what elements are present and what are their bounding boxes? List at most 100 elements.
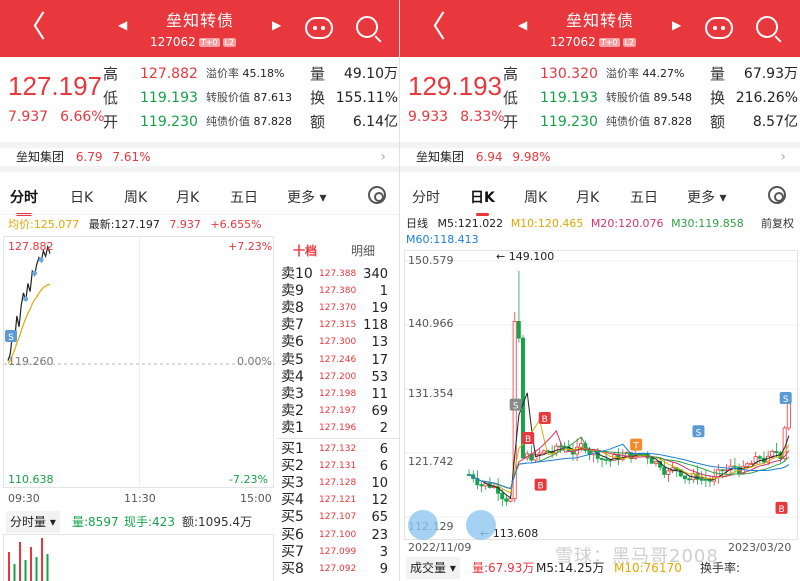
- intraday-panel: 〈 ◀ 垒知转债 127062 T+0 L2 ▶ 127.197 7.937 6.66…: [0, 0, 400, 581]
- price-change: 7.937 6.66%: [8, 109, 105, 125]
- intraday-volume-svg: [8, 538, 49, 581]
- level-price: 127.246: [319, 354, 357, 365]
- low-label: 低: [103, 89, 119, 107]
- level-price: 127.099: [319, 546, 357, 557]
- tab-monthly-k[interactable]: 月K: [176, 187, 199, 207]
- ask-row[interactable]: 卖1 127.196 2: [277, 420, 399, 437]
- tab-five-day[interactable]: 五日: [630, 187, 658, 207]
- volume-label: 量:67.93万: [472, 561, 535, 575]
- candle-body: [720, 469, 725, 472]
- ask-row[interactable]: 卖10 127.388 340: [277, 266, 399, 283]
- search-icon[interactable]: [356, 16, 378, 38]
- amount-value: 8.57亿: [752, 114, 798, 130]
- level-label: 买1: [281, 441, 304, 457]
- level-volume: 53: [371, 369, 388, 385]
- level-volume: 1: [379, 284, 388, 300]
- related-stock-row[interactable]: 垒知集团 6.79 7.61% ›: [0, 142, 399, 172]
- candle-body: [604, 458, 609, 461]
- volume-bar: [19, 542, 21, 581]
- ask-row[interactable]: 卖3 127.198 11: [277, 386, 399, 403]
- robot-icon[interactable]: [705, 17, 733, 39]
- volume-selector[interactable]: 成交量 ▾: [406, 557, 460, 579]
- level-price: 127.128: [319, 478, 357, 489]
- prev-stock-icon[interactable]: ◀: [118, 18, 127, 32]
- tab-daily-k[interactable]: 日K: [470, 187, 495, 216]
- y-label-4: 121.742: [408, 455, 454, 468]
- search-icon[interactable]: [756, 16, 778, 38]
- page-title: 垒知转债: [565, 11, 634, 30]
- tab-ten-levels[interactable]: 十档: [293, 242, 317, 259]
- tab-more[interactable]: 更多 ▾: [687, 187, 726, 207]
- prev-stock-icon[interactable]: ◀: [518, 18, 527, 32]
- candle-body: [745, 463, 750, 467]
- tab-intraday[interactable]: 分时: [10, 187, 38, 216]
- level-label: 买8: [281, 560, 304, 577]
- level-label: 卖5: [281, 351, 304, 368]
- next-stock-icon[interactable]: ▶: [272, 18, 281, 32]
- zoom-in-icon[interactable]: [466, 510, 496, 540]
- bid-row[interactable]: 买8 127.092 9: [277, 560, 399, 578]
- chevron-right-icon: ›: [780, 149, 786, 165]
- turnover-label: 换: [310, 89, 326, 107]
- related-stock-pct: 9.98%: [512, 150, 551, 164]
- level-label: 卖8: [281, 300, 304, 317]
- tab-intraday[interactable]: 分时: [412, 187, 440, 207]
- turnover-value: 216.26%: [735, 90, 798, 106]
- back-icon[interactable]: 〈: [16, 10, 46, 46]
- candle-body: [649, 457, 654, 464]
- settings-icon[interactable]: [768, 186, 786, 204]
- bid-row[interactable]: 买2 127.131 6: [277, 458, 399, 475]
- volume-bar: [30, 547, 32, 581]
- quote-summary: 127.197 7.937 6.66% 高 低 开 127.882 119.193…: [0, 57, 399, 142]
- tab-details[interactable]: 明细: [351, 242, 375, 259]
- ask-row[interactable]: 卖9 127.380 1: [277, 283, 399, 300]
- trade-marker-label: S: [783, 395, 789, 405]
- bid-row[interactable]: 买3 127.128 10: [277, 475, 399, 492]
- level-label: 卖2: [281, 402, 304, 419]
- tab-weekly-k[interactable]: 周K: [124, 187, 147, 207]
- high-marker: ← 149.100: [496, 250, 555, 263]
- amount-label: 额:1095.4万: [182, 515, 253, 529]
- level-label: 卖6: [281, 334, 304, 351]
- ask-row[interactable]: 卖8 127.370 19: [277, 300, 399, 317]
- level-price: 127.121: [319, 495, 357, 506]
- tab-weekly-k[interactable]: 周K: [524, 187, 547, 207]
- ma20-label: M20:120.076: [590, 217, 664, 230]
- volume-label: 量:8597: [72, 515, 119, 529]
- kline-chart[interactable]: S B B B T S S B: [404, 250, 799, 540]
- ask-row[interactable]: 卖5 127.246 17: [277, 351, 399, 369]
- bid-row[interactable]: 买1 127.132 6: [277, 441, 399, 458]
- time-mid-label: 11:30: [124, 492, 156, 505]
- tab-more[interactable]: 更多 ▾: [287, 187, 326, 207]
- trade-marker-label: S: [513, 402, 519, 412]
- ask-row[interactable]: 卖7 127.315 118: [277, 317, 399, 334]
- y-mid-label: 119.260: [8, 355, 54, 368]
- kline-panel: 〈 ◀ 垒知转债 127062 T+0 L2 ▶ 129.193 9.933 8.33…: [400, 0, 800, 581]
- ask-row[interactable]: 卖4 127.200 53: [277, 369, 399, 386]
- candle-body: [516, 321, 521, 339]
- volume-selector[interactable]: 分时量 ▾: [6, 511, 60, 533]
- trade-marker-label: B: [778, 505, 784, 515]
- next-stock-icon[interactable]: ▶: [672, 18, 681, 32]
- latest-price-label: 最新:127.197: [88, 218, 160, 231]
- tab-monthly-k[interactable]: 月K: [576, 187, 599, 207]
- ask-row[interactable]: 卖2 127.197 69: [277, 402, 399, 420]
- adjust-mode[interactable]: 前复权: [761, 216, 794, 232]
- tab-five-day[interactable]: 五日: [230, 187, 258, 207]
- trade-marker-label: T: [632, 442, 639, 452]
- candle-body: [732, 465, 737, 468]
- tab-daily-k[interactable]: 日K: [70, 187, 93, 207]
- robot-icon[interactable]: [305, 17, 333, 39]
- level-price: 127.092: [319, 563, 357, 574]
- level-volume: 6: [379, 442, 388, 457]
- level-price: 127.388: [319, 269, 357, 279]
- related-stock-row[interactable]: 垒知集团 6.94 9.98% ›: [400, 142, 800, 172]
- y-label-3: 131.354: [408, 387, 454, 400]
- back-icon[interactable]: 〈: [416, 10, 446, 46]
- settings-icon[interactable]: [368, 186, 386, 204]
- zoom-out-icon[interactable]: [408, 510, 438, 540]
- ask-row[interactable]: 卖6 127.300 13: [277, 334, 399, 351]
- volume-bar: [46, 554, 49, 581]
- bid-row[interactable]: 买4 127.121 12: [277, 492, 399, 509]
- bid-row[interactable]: 买7 127.099 3: [277, 544, 399, 561]
